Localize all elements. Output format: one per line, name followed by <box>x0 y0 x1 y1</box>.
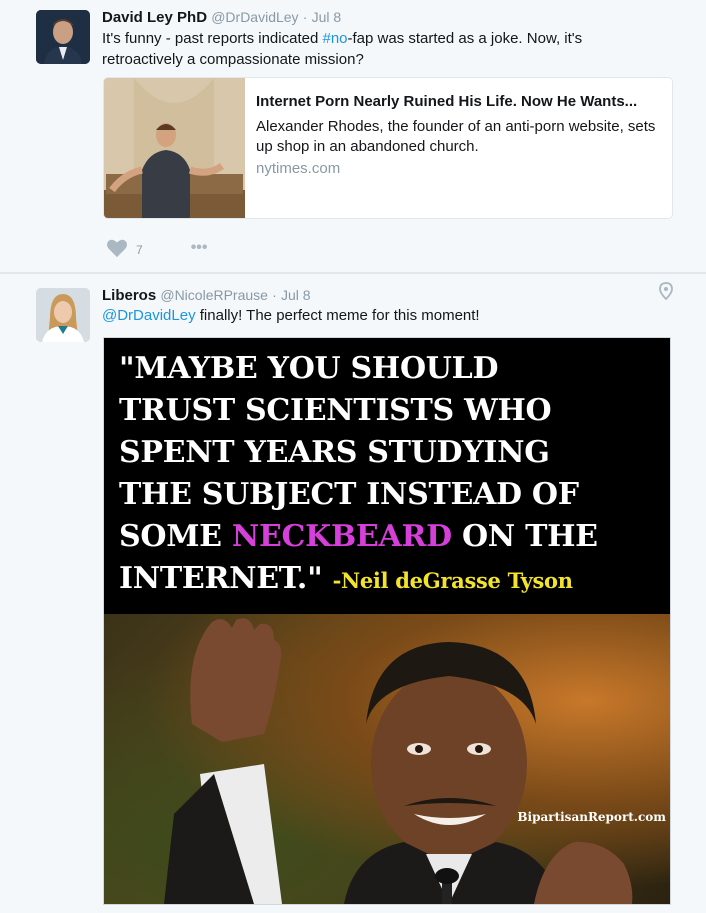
avatar-image <box>36 10 90 64</box>
tweet: David Ley PhD @DrDavidLey · Jul 8 It's f… <box>0 0 706 272</box>
card-description: Alexander Rhodes, the founder of an anti… <box>256 118 656 155</box>
tweet-text-part: It's funny - past reports indicated <box>102 30 323 47</box>
mention-link[interactable]: @DrDavidLey <box>102 307 196 324</box>
meme-line: "MAYBE YOU SHOULD <box>119 351 499 386</box>
meme-quote-panel: "MAYBE YOU SHOULD TRUST SCIENTISTS WHO S… <box>104 338 670 614</box>
like-count: 7 <box>136 243 143 257</box>
meme-line-part: ON THE <box>451 519 598 554</box>
card-title: Internet Porn Nearly Ruined His Life. No… <box>256 93 638 110</box>
meme-line: THE SUBJECT INSTEAD OF <box>119 477 579 512</box>
meme-line-part: INTERNET." <box>119 561 323 596</box>
tweet: Liberos @NicoleRPrause · Jul 8 @DrDavidL… <box>0 274 706 913</box>
meme-image[interactable]: "MAYBE YOU SHOULD TRUST SCIENTISTS WHO S… <box>103 337 671 905</box>
link-card[interactable]: Internet Porn Nearly Ruined His Life. No… <box>103 77 673 219</box>
card-thumbnail-art <box>104 78 245 218</box>
meme-line: SPENT YEARS STUDYING <box>119 435 550 470</box>
tweet-header: David Ley PhD @DrDavidLey · Jul 8 <box>102 9 341 26</box>
tweet-text-part: finally! The perfect meme for this momen… <box>195 307 480 324</box>
card-domain: nytimes.com <box>256 160 341 177</box>
meme-highlight: NECKBEARD <box>231 519 452 554</box>
meme-photo-art <box>164 618 633 904</box>
separator-dot: · <box>302 9 308 25</box>
location-pin-icon[interactable] <box>659 282 673 300</box>
user-handle[interactable]: @NicoleRPrause <box>160 287 268 303</box>
tweet-header: Liberos @NicoleRPrause · Jul 8 <box>102 287 311 304</box>
display-name[interactable]: David Ley PhD <box>102 9 207 26</box>
user-handle[interactable]: @DrDavidLey <box>211 9 298 25</box>
meme-watermark: BipartisanReport.com <box>517 810 666 824</box>
avatar[interactable] <box>36 10 90 64</box>
tweet-text: It's funny - past reports indicated #no-… <box>102 28 662 70</box>
avatar-image <box>36 288 90 342</box>
card-thumbnail <box>104 78 245 218</box>
tweet-date[interactable]: Jul 8 <box>281 287 311 303</box>
heart-icon <box>107 239 127 258</box>
separator-dot: · <box>272 287 277 303</box>
meme-line-part: SOME <box>119 519 232 554</box>
meme-line: INTERNET." -Neil deGrasse Tyson <box>119 558 670 602</box>
more-options-icon[interactable]: ••• <box>191 239 208 257</box>
tweet-actions: 7 ••• <box>106 238 208 258</box>
tweet-text: @DrDavidLey finally! The perfect meme fo… <box>102 305 662 326</box>
meme-quote: "MAYBE YOU SHOULD TRUST SCIENTISTS WHO S… <box>119 348 670 602</box>
meme-line: TRUST SCIENTISTS WHO <box>119 393 552 428</box>
tweet-date[interactable]: Jul 8 <box>312 9 342 25</box>
meme-photo: BipartisanReport.com <box>104 614 670 904</box>
meme-attribution: -Neil deGrasse Tyson <box>332 568 573 593</box>
hashtag-link[interactable]: #no <box>322 30 347 47</box>
display-name[interactable]: Liberos <box>102 287 156 304</box>
meme-line: SOME NECKBEARD ON THE <box>119 516 670 558</box>
like-button[interactable]: 7 <box>106 238 143 258</box>
avatar[interactable] <box>36 288 90 342</box>
